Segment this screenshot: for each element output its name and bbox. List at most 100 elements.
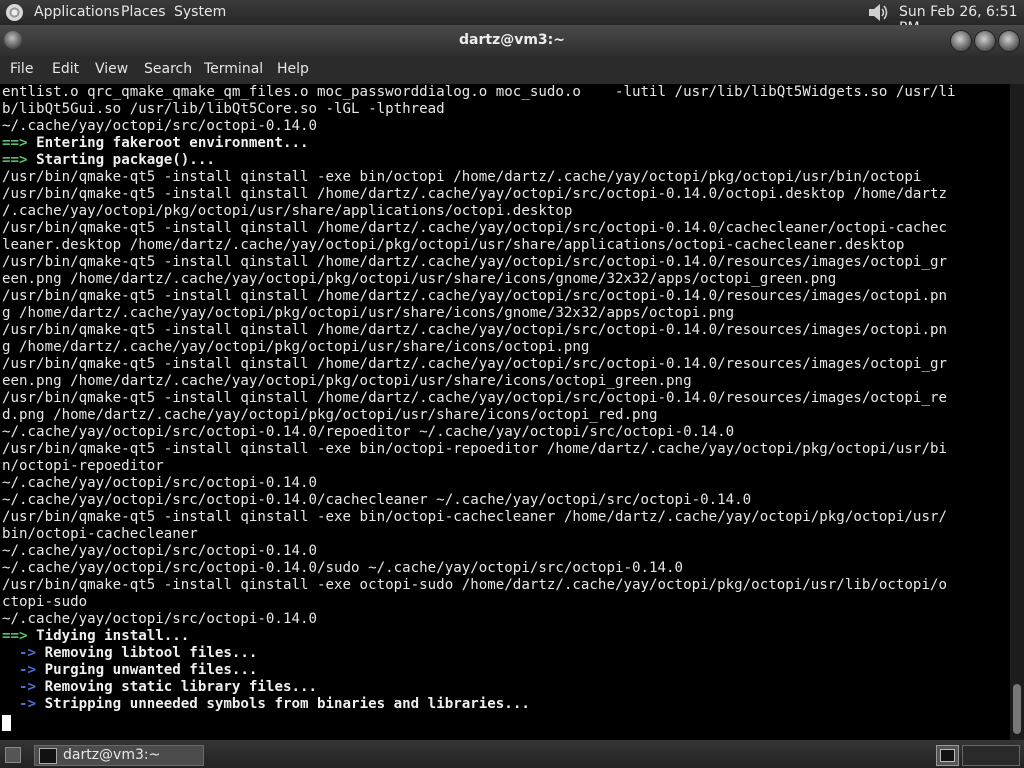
terminal-line-text: n/octopi-repoeditor bbox=[2, 458, 164, 474]
terminal-line: /usr/bin/qmake-qt5 -install qinstall /ho… bbox=[2, 254, 1008, 271]
terminal-line-text: b/libQt5Gui.so /usr/lib/libQt5Core.so -l… bbox=[2, 101, 445, 117]
terminal-line-text: entlist.o qrc_qmake_qmake_qm_files.o moc… bbox=[2, 84, 956, 100]
terminal-line-text: een.png /home/dartz/.cache/yay/octopi/pk… bbox=[2, 373, 692, 389]
terminal-line-text: /usr/bin/qmake-qt5 -install qinstall /ho… bbox=[2, 288, 947, 304]
terminal-line-text: leaner.desktop /home/dartz/.cache/yay/oc… bbox=[2, 237, 905, 253]
terminal-line-text: Entering fakeroot environment... bbox=[36, 135, 309, 151]
menubar: File Edit View Search Terminal Help bbox=[0, 56, 1024, 85]
terminal-output: entlist.o qrc_qmake_qmake_qm_files.o moc… bbox=[2, 84, 1008, 713]
terminal-line-text: Stripping unneeded symbols from binaries… bbox=[44, 696, 530, 712]
menu-view[interactable]: View bbox=[95, 61, 128, 77]
terminal-line-text: ~/.cache/yay/octopi/src/octopi-0.14.0/su… bbox=[2, 560, 684, 576]
terminal-line: ~/.cache/yay/octopi/src/octopi-0.14.0/re… bbox=[2, 424, 1008, 441]
terminal-line: /usr/bin/qmake-qt5 -install qinstall /ho… bbox=[2, 390, 1008, 407]
menu-file[interactable]: File bbox=[10, 61, 33, 77]
terminal-line-text: ~/.cache/yay/octopi/src/octopi-0.14.0 bbox=[2, 543, 317, 559]
terminal-line: bin/octopi-cachecleaner bbox=[2, 526, 1008, 543]
terminal-line-text: /usr/bin/qmake-qt5 -install qinstall /ho… bbox=[2, 390, 947, 406]
terminal-line: ==> Tidying install... bbox=[2, 628, 1008, 645]
terminal-line: g /home/dartz/.cache/yay/octopi/pkg/octo… bbox=[2, 305, 1008, 322]
terminal-line-text: /.cache/yay/octopi/pkg/octopi/usr/share/… bbox=[2, 203, 573, 219]
terminal-line: /usr/bin/qmake-qt5 -install qinstall -ex… bbox=[2, 577, 1008, 594]
text-cursor bbox=[2, 715, 11, 731]
terminal-line-text: /usr/bin/qmake-qt5 -install qinstall /ho… bbox=[2, 322, 947, 338]
scrollbar-thumb[interactable] bbox=[1013, 684, 1021, 734]
gnome-foot-icon[interactable] bbox=[6, 4, 23, 21]
terminal-line-text: ~/.cache/yay/octopi/src/octopi-0.14.0/ca… bbox=[2, 492, 752, 508]
sub-arrow-prefix: -> bbox=[2, 645, 45, 661]
top-panel: Applications Places System Sun Feb 26, 6… bbox=[0, 0, 1024, 36]
sub-arrow-prefix: -> bbox=[2, 662, 45, 678]
terminal-line-text: Removing static library files... bbox=[44, 679, 318, 695]
terminal-line: -> Purging unwanted files... bbox=[2, 662, 1008, 679]
terminal-line: g /home/dartz/.cache/yay/octopi/pkg/octo… bbox=[2, 339, 1008, 356]
minimize-button[interactable] bbox=[950, 30, 972, 52]
terminal-line: -> Removing libtool files... bbox=[2, 645, 1008, 662]
terminal-line: ==> Entering fakeroot environment... bbox=[2, 135, 1008, 152]
terminal-line-text: ~/.cache/yay/octopi/src/octopi-0.14.0 bbox=[2, 475, 317, 491]
menu-applications[interactable]: Applications bbox=[34, 4, 120, 20]
arrow-prefix: ==> bbox=[2, 628, 37, 644]
terminal-line: /usr/bin/qmake-qt5 -install qinstall /ho… bbox=[2, 288, 1008, 305]
terminal-line: entlist.o qrc_qmake_qmake_qm_files.o moc… bbox=[2, 84, 1008, 101]
terminal-line-text: Purging unwanted files... bbox=[44, 662, 258, 678]
terminal-line-text: bin/octopi-cachecleaner bbox=[2, 526, 198, 542]
terminal-line-text: /usr/bin/qmake-qt5 -install qinstall -ex… bbox=[2, 441, 947, 457]
arrow-prefix: ==> bbox=[2, 152, 37, 168]
sub-arrow-prefix: -> bbox=[2, 696, 45, 712]
terminal-line-text: g /home/dartz/.cache/yay/octopi/pkg/octo… bbox=[2, 305, 735, 321]
terminal-line-text: Tidying install... bbox=[36, 628, 190, 644]
terminal-line-text: /usr/bin/qmake-qt5 -install qinstall -ex… bbox=[2, 169, 922, 185]
terminal-line: /usr/bin/qmake-qt5 -install qinstall /ho… bbox=[2, 220, 1008, 237]
arrow-prefix: ==> bbox=[2, 135, 37, 151]
menu-search[interactable]: Search bbox=[144, 61, 192, 77]
menu-system[interactable]: System bbox=[174, 4, 226, 20]
terminal-scrollbar[interactable] bbox=[1010, 84, 1024, 740]
terminal-line: -> Removing static library files... bbox=[2, 679, 1008, 696]
menu-terminal[interactable]: Terminal bbox=[204, 61, 263, 77]
terminal-line-text: /usr/bin/qmake-qt5 -install qinstall -ex… bbox=[2, 509, 947, 525]
terminal-line: ~/.cache/yay/octopi/src/octopi-0.14.0 bbox=[2, 543, 1008, 560]
terminal-line: /usr/bin/qmake-qt5 -install qinstall -ex… bbox=[2, 169, 1008, 186]
menu-help[interactable]: Help bbox=[277, 61, 309, 77]
terminal-line: b/libQt5Gui.so /usr/lib/libQt5Core.so -l… bbox=[2, 101, 1008, 118]
terminal-icon bbox=[39, 748, 57, 764]
terminal-line: /usr/bin/qmake-qt5 -install qinstall /ho… bbox=[2, 186, 1008, 203]
terminal-line: -> Stripping unneeded symbols from binar… bbox=[2, 696, 1008, 713]
window-thumb-icon bbox=[940, 749, 955, 762]
taskbar-item-terminal[interactable]: dartz@vm3:~ bbox=[34, 745, 204, 766]
terminal-line-text: ctopi-sudo bbox=[2, 594, 88, 610]
window-titlebar[interactable]: dartz@vm3:~ bbox=[0, 25, 1024, 56]
terminal-area[interactable]: entlist.o qrc_qmake_qmake_qm_files.o moc… bbox=[0, 84, 1010, 740]
terminal-line: ~/.cache/yay/octopi/src/octopi-0.14.0/ca… bbox=[2, 492, 1008, 509]
menu-edit[interactable]: Edit bbox=[52, 61, 79, 77]
workspace-switcher-1[interactable] bbox=[936, 745, 959, 766]
terminal-line: ==> Starting package()... bbox=[2, 152, 1008, 169]
terminal-line-text: /usr/bin/qmake-qt5 -install qinstall /ho… bbox=[2, 186, 947, 202]
terminal-line: n/octopi-repoeditor bbox=[2, 458, 1008, 475]
close-button[interactable] bbox=[998, 30, 1020, 52]
terminal-line-text: g /home/dartz/.cache/yay/octopi/pkg/octo… bbox=[2, 339, 590, 355]
terminal-line-text: /usr/bin/qmake-qt5 -install qinstall /ho… bbox=[2, 220, 947, 236]
terminal-line: ~/.cache/yay/octopi/src/octopi-0.14.0/su… bbox=[2, 560, 1008, 577]
terminal-line-text: /usr/bin/qmake-qt5 -install qinstall /ho… bbox=[2, 356, 947, 372]
terminal-line-text: /usr/bin/qmake-qt5 -install qinstall -ex… bbox=[2, 577, 947, 593]
terminal-line: ctopi-sudo bbox=[2, 594, 1008, 611]
terminal-line: ~/.cache/yay/octopi/src/octopi-0.14.0 bbox=[2, 475, 1008, 492]
terminal-line: /usr/bin/qmake-qt5 -install qinstall -ex… bbox=[2, 441, 1008, 458]
taskbar-item-label: dartz@vm3:~ bbox=[63, 747, 161, 763]
show-desktop-icon[interactable] bbox=[5, 747, 21, 763]
menu-places[interactable]: Places bbox=[121, 4, 166, 20]
terminal-line: /usr/bin/qmake-qt5 -install qinstall /ho… bbox=[2, 356, 1008, 373]
terminal-line: leaner.desktop /home/dartz/.cache/yay/oc… bbox=[2, 237, 1008, 254]
terminal-line-text: ~/.cache/yay/octopi/src/octopi-0.14.0 bbox=[2, 611, 317, 627]
maximize-button[interactable] bbox=[974, 30, 996, 52]
terminal-line-text: d.png /home/dartz/.cache/yay/octopi/pkg/… bbox=[2, 407, 658, 423]
workspace-switcher-2[interactable] bbox=[962, 745, 1020, 766]
terminal-line: /usr/bin/qmake-qt5 -install qinstall -ex… bbox=[2, 509, 1008, 526]
terminal-line: een.png /home/dartz/.cache/yay/octopi/pk… bbox=[2, 271, 1008, 288]
terminal-line-text: /usr/bin/qmake-qt5 -install qinstall /ho… bbox=[2, 254, 947, 270]
terminal-line-text: ~/.cache/yay/octopi/src/octopi-0.14.0 bbox=[2, 118, 317, 134]
volume-icon[interactable] bbox=[866, 2, 890, 23]
terminal-line-text: Starting package()... bbox=[36, 152, 215, 168]
